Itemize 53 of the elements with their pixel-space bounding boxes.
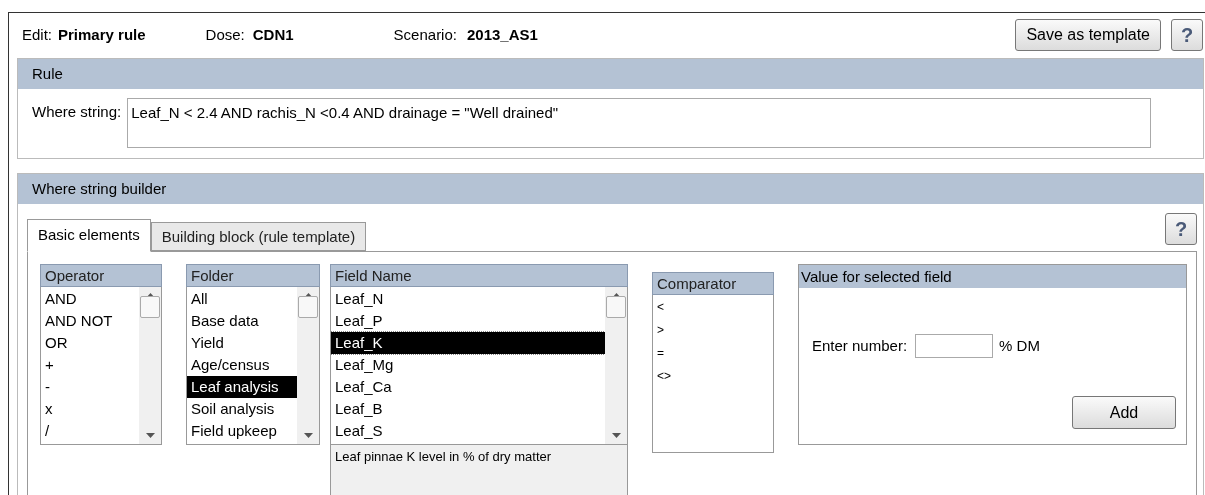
list-item[interactable]: Leaf_P xyxy=(331,310,605,332)
save-template-button[interactable]: Save as template xyxy=(1015,19,1161,51)
panel-header: Where string builder xyxy=(18,174,1203,204)
list-item[interactable]: Yield xyxy=(187,332,297,354)
list-item[interactable]: <> xyxy=(653,365,773,388)
help-button[interactable]: ? xyxy=(1165,213,1197,245)
list-item[interactable]: Base data xyxy=(187,310,297,332)
scenario-label: Scenario: xyxy=(393,24,457,45)
list-item[interactable]: Age/census xyxy=(187,354,297,376)
scrollbar-icon[interactable] xyxy=(297,287,319,444)
scenario-value: 2013_AS1 xyxy=(466,24,538,45)
scrollbar-icon[interactable] xyxy=(605,287,627,444)
tab[interactable]: Basic elements xyxy=(27,219,151,252)
list-header: Operator xyxy=(40,264,162,287)
panel-header: Rule xyxy=(18,59,1203,89)
list-item[interactable]: + xyxy=(41,354,139,376)
list-item[interactable]: < xyxy=(653,296,773,319)
list-item[interactable]: Soil analysis xyxy=(187,398,297,420)
list-item[interactable]: Leaf_N xyxy=(331,288,605,310)
scrollbar-icon[interactable] xyxy=(139,287,161,444)
list-header: Folder xyxy=(186,264,320,287)
field-description: Leaf pinnae K level in % of dry matter xyxy=(330,445,628,495)
list-header: Comparator xyxy=(652,272,774,295)
panel-header: Value for selected field xyxy=(799,265,1186,288)
list-item[interactable]: Leaf_K xyxy=(331,332,605,354)
list-item[interactable]: Leaf analysis xyxy=(187,376,297,398)
list-item[interactable]: AND xyxy=(41,288,139,310)
list-item[interactable]: x xyxy=(41,398,139,420)
edit-value: Primary rule xyxy=(58,24,146,45)
list-item[interactable]: = xyxy=(653,342,773,365)
list-item[interactable]: OR xyxy=(41,332,139,354)
list-item[interactable]: > xyxy=(653,319,773,342)
tab[interactable]: Building block (rule template) xyxy=(150,222,367,251)
number-field[interactable] xyxy=(915,334,994,358)
list-item[interactable]: AND NOT xyxy=(41,310,139,332)
where-string-field[interactable]: Leaf_N < 2.4 AND rachis_N <0.4 AND drainage = "Well drained" xyxy=(127,98,1152,148)
enter-number-label: Enter number: xyxy=(812,335,908,356)
dose-value: CDN1 xyxy=(252,24,294,45)
unit-label: % DM xyxy=(999,335,1040,356)
edit-label: Edit: xyxy=(22,24,52,45)
list-item[interactable]: Leaf_Ca xyxy=(331,376,605,398)
list-item[interactable]: - xyxy=(41,376,139,398)
list-item[interactable]: All xyxy=(187,288,297,310)
list-item[interactable]: Leaf_S xyxy=(331,420,605,442)
dose-label: Dose: xyxy=(205,24,245,45)
list-item[interactable]: Leaf_B xyxy=(331,398,605,420)
list-item[interactable]: / xyxy=(41,420,139,442)
list-item[interactable]: Leaf_Mg xyxy=(331,354,605,376)
help-button[interactable]: ? xyxy=(1171,19,1203,51)
add-button[interactable]: Add xyxy=(1072,396,1176,429)
where-string-label: Where string: xyxy=(32,102,122,122)
list-item[interactable]: Field upkeep xyxy=(187,420,297,442)
list-header: Field Name xyxy=(330,264,628,287)
